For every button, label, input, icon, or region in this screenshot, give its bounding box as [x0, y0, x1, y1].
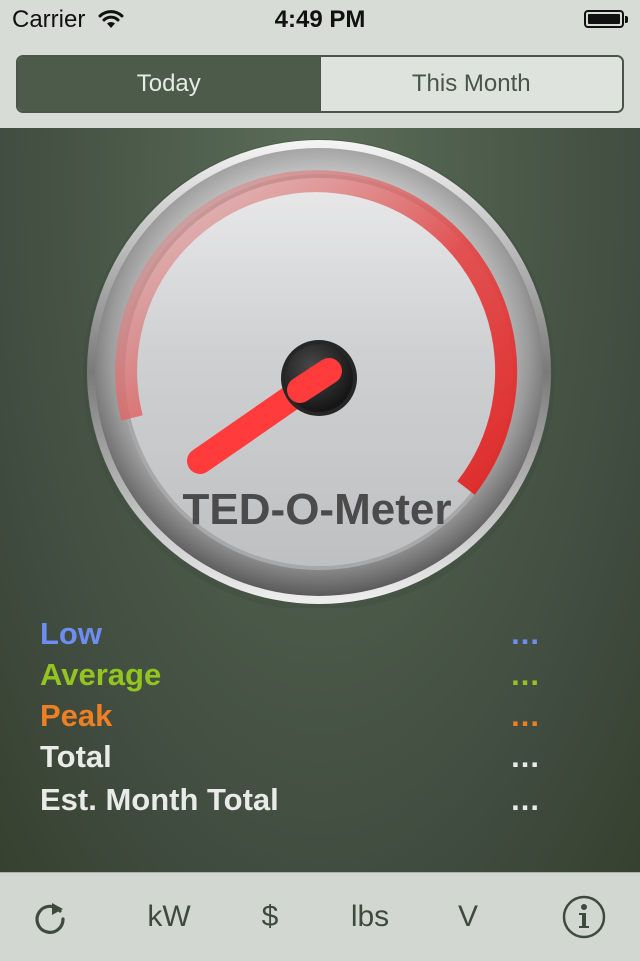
status-bar: Carrier 4:49 PM [0, 0, 640, 40]
refresh-button[interactable] [20, 873, 80, 961]
kw-button[interactable]: kW [130, 873, 208, 961]
bottom-toolbar: kW $ lbs V [0, 872, 640, 961]
stat-low-label: Low [40, 616, 102, 651]
stat-total-value: ... [511, 739, 540, 774]
status-time: 4:49 PM [274, 6, 366, 33]
gauge-title: TED-O-Meter [183, 485, 452, 534]
stat-low: Low ... [40, 616, 540, 657]
battery-icon [584, 10, 628, 30]
segment-this-month[interactable]: This Month [319, 57, 622, 111]
stat-average-label: Average [40, 657, 162, 692]
stat-average-value: ... [511, 657, 540, 692]
stat-average: Average ... [40, 657, 540, 698]
info-button[interactable] [556, 873, 612, 961]
stats-list: Low ... Average ... Peak ... Total ... E… [40, 616, 540, 826]
volts-button[interactable]: V [440, 873, 496, 961]
stat-est-month-total: Est. Month Total ... [40, 782, 540, 826]
dollar-button[interactable]: $ [240, 873, 300, 961]
stat-est-month-total-label: Est. Month Total [40, 782, 279, 817]
main-panel: TED-O-Meter Low ... Average ... Peak ...… [0, 128, 640, 872]
segment-today[interactable]: Today [18, 57, 320, 111]
stat-peak-value: ... [511, 698, 540, 733]
refresh-icon [35, 903, 65, 934]
lbs-button[interactable]: lbs [330, 873, 410, 961]
stat-total: Total ... [40, 739, 540, 780]
stat-est-month-total-value: ... [511, 782, 540, 817]
segment-bar: Today This Month [0, 40, 640, 128]
gauge: TED-O-Meter [83, 139, 555, 608]
stat-total-label: Total [40, 739, 112, 774]
stat-peak-label: Peak [40, 698, 113, 733]
info-icon [562, 895, 606, 939]
stat-peak: Peak ... [40, 698, 540, 739]
period-segmented-control: Today This Month [16, 55, 624, 113]
stat-low-value: ... [511, 616, 540, 651]
